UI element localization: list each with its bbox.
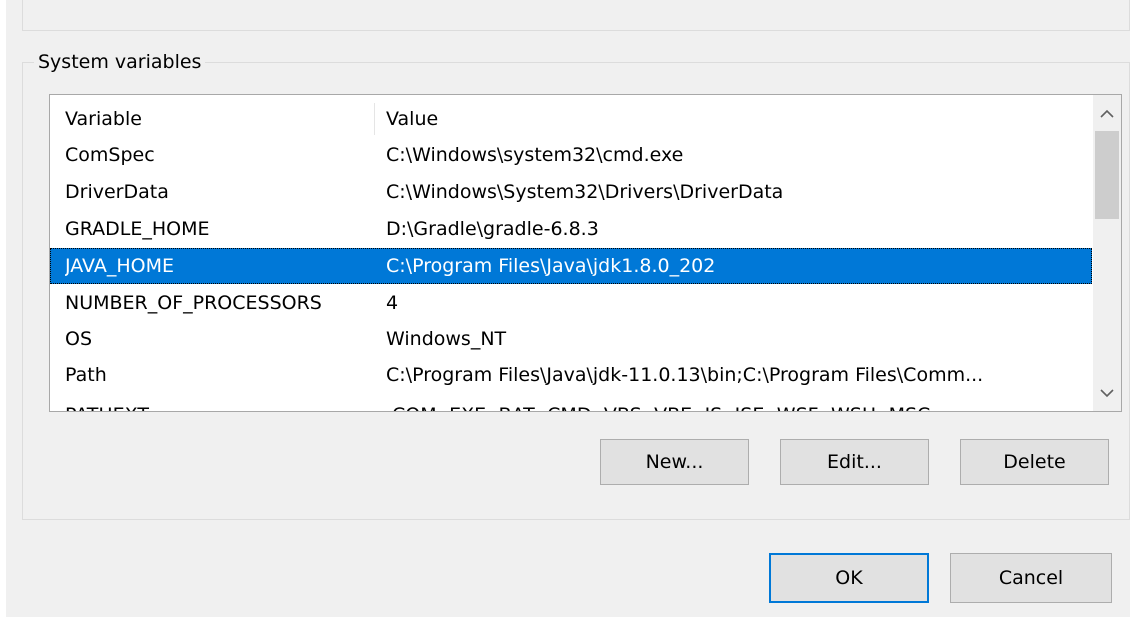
scroll-up-button[interactable] (1093, 95, 1121, 131)
table-row[interactable]: GRADLE_HOME D:\Gradle\gradle-6.8.3 (50, 211, 1092, 247)
scroll-thumb[interactable] (1095, 131, 1119, 219)
edit-button[interactable]: Edit... (780, 439, 929, 485)
new-button[interactable]: New... (600, 439, 749, 485)
variable-name: JAVA_HOME (65, 255, 174, 277)
variable-name: ComSpec (65, 144, 155, 166)
environment-variables-dialog: System variables Variable Value ComSpec … (6, 0, 1130, 617)
table-row-selected[interactable]: JAVA_HOME C:\Program Files\Java\jdk1.8.0… (50, 248, 1092, 284)
delete-button[interactable]: Delete (960, 439, 1109, 485)
variable-name: Path (65, 364, 107, 386)
column-header-value[interactable]: Value (386, 101, 1086, 137)
variable-value: D:\Gradle\gradle-6.8.3 (386, 218, 599, 240)
variable-name: OS (65, 328, 93, 350)
list-header: Variable Value (50, 101, 1092, 137)
variable-value: 4 (386, 292, 399, 314)
variable-name: NUMBER_OF_PROCESSORS (65, 292, 322, 314)
table-row[interactable]: ComSpec C:\Windows\system32\cmd.exe (50, 137, 1092, 173)
variable-value: C:\Program Files\Java\jdk1.8.0_202 (386, 255, 716, 277)
table-row[interactable]: NUMBER_OF_PROCESSORS 4 (50, 285, 1092, 321)
system-variables-list[interactable]: Variable Value ComSpec C:\Windows\system… (49, 94, 1122, 412)
column-separator[interactable] (374, 103, 375, 135)
variable-value: C:\Windows\System32\Drivers\DriverData (386, 181, 784, 203)
ok-button[interactable]: OK (769, 553, 929, 603)
chevron-up-icon (1100, 109, 1114, 118)
table-row[interactable]: DriverData C:\Windows\System32\Drivers\D… (50, 174, 1092, 210)
variable-value: C:\Windows\system32\cmd.exe (386, 144, 684, 166)
cancel-button[interactable]: Cancel (950, 553, 1112, 603)
table-row[interactable]: OS Windows_NT (50, 321, 1092, 357)
scroll-down-button[interactable] (1093, 375, 1121, 411)
variable-name: DriverData (65, 181, 169, 203)
column-header-variable[interactable]: Variable (65, 101, 365, 137)
variable-value: Windows_NT (386, 328, 507, 350)
variable-name: GRADLE_HOME (65, 218, 210, 240)
table-row[interactable]: Path C:\Program Files\Java\jdk-11.0.13\b… (50, 357, 1092, 393)
variable-value: .COM;.EXE;.BAT;.CMD;.VBS;.VBE;.JS;.JSE;.… (386, 397, 1086, 411)
variable-value: C:\Program Files\Java\jdk-11.0.13\bin;C:… (386, 364, 984, 386)
user-variables-group-edge (22, 0, 1130, 31)
variable-name: PATHEXT (65, 397, 365, 411)
system-variables-label: System variables (34, 50, 206, 74)
vertical-scrollbar[interactable] (1093, 95, 1121, 411)
chevron-down-icon (1100, 388, 1114, 397)
table-row[interactable]: PATHEXT .COM;.EXE;.BAT;.CMD;.VBS;.VBE;.J… (50, 397, 1092, 411)
